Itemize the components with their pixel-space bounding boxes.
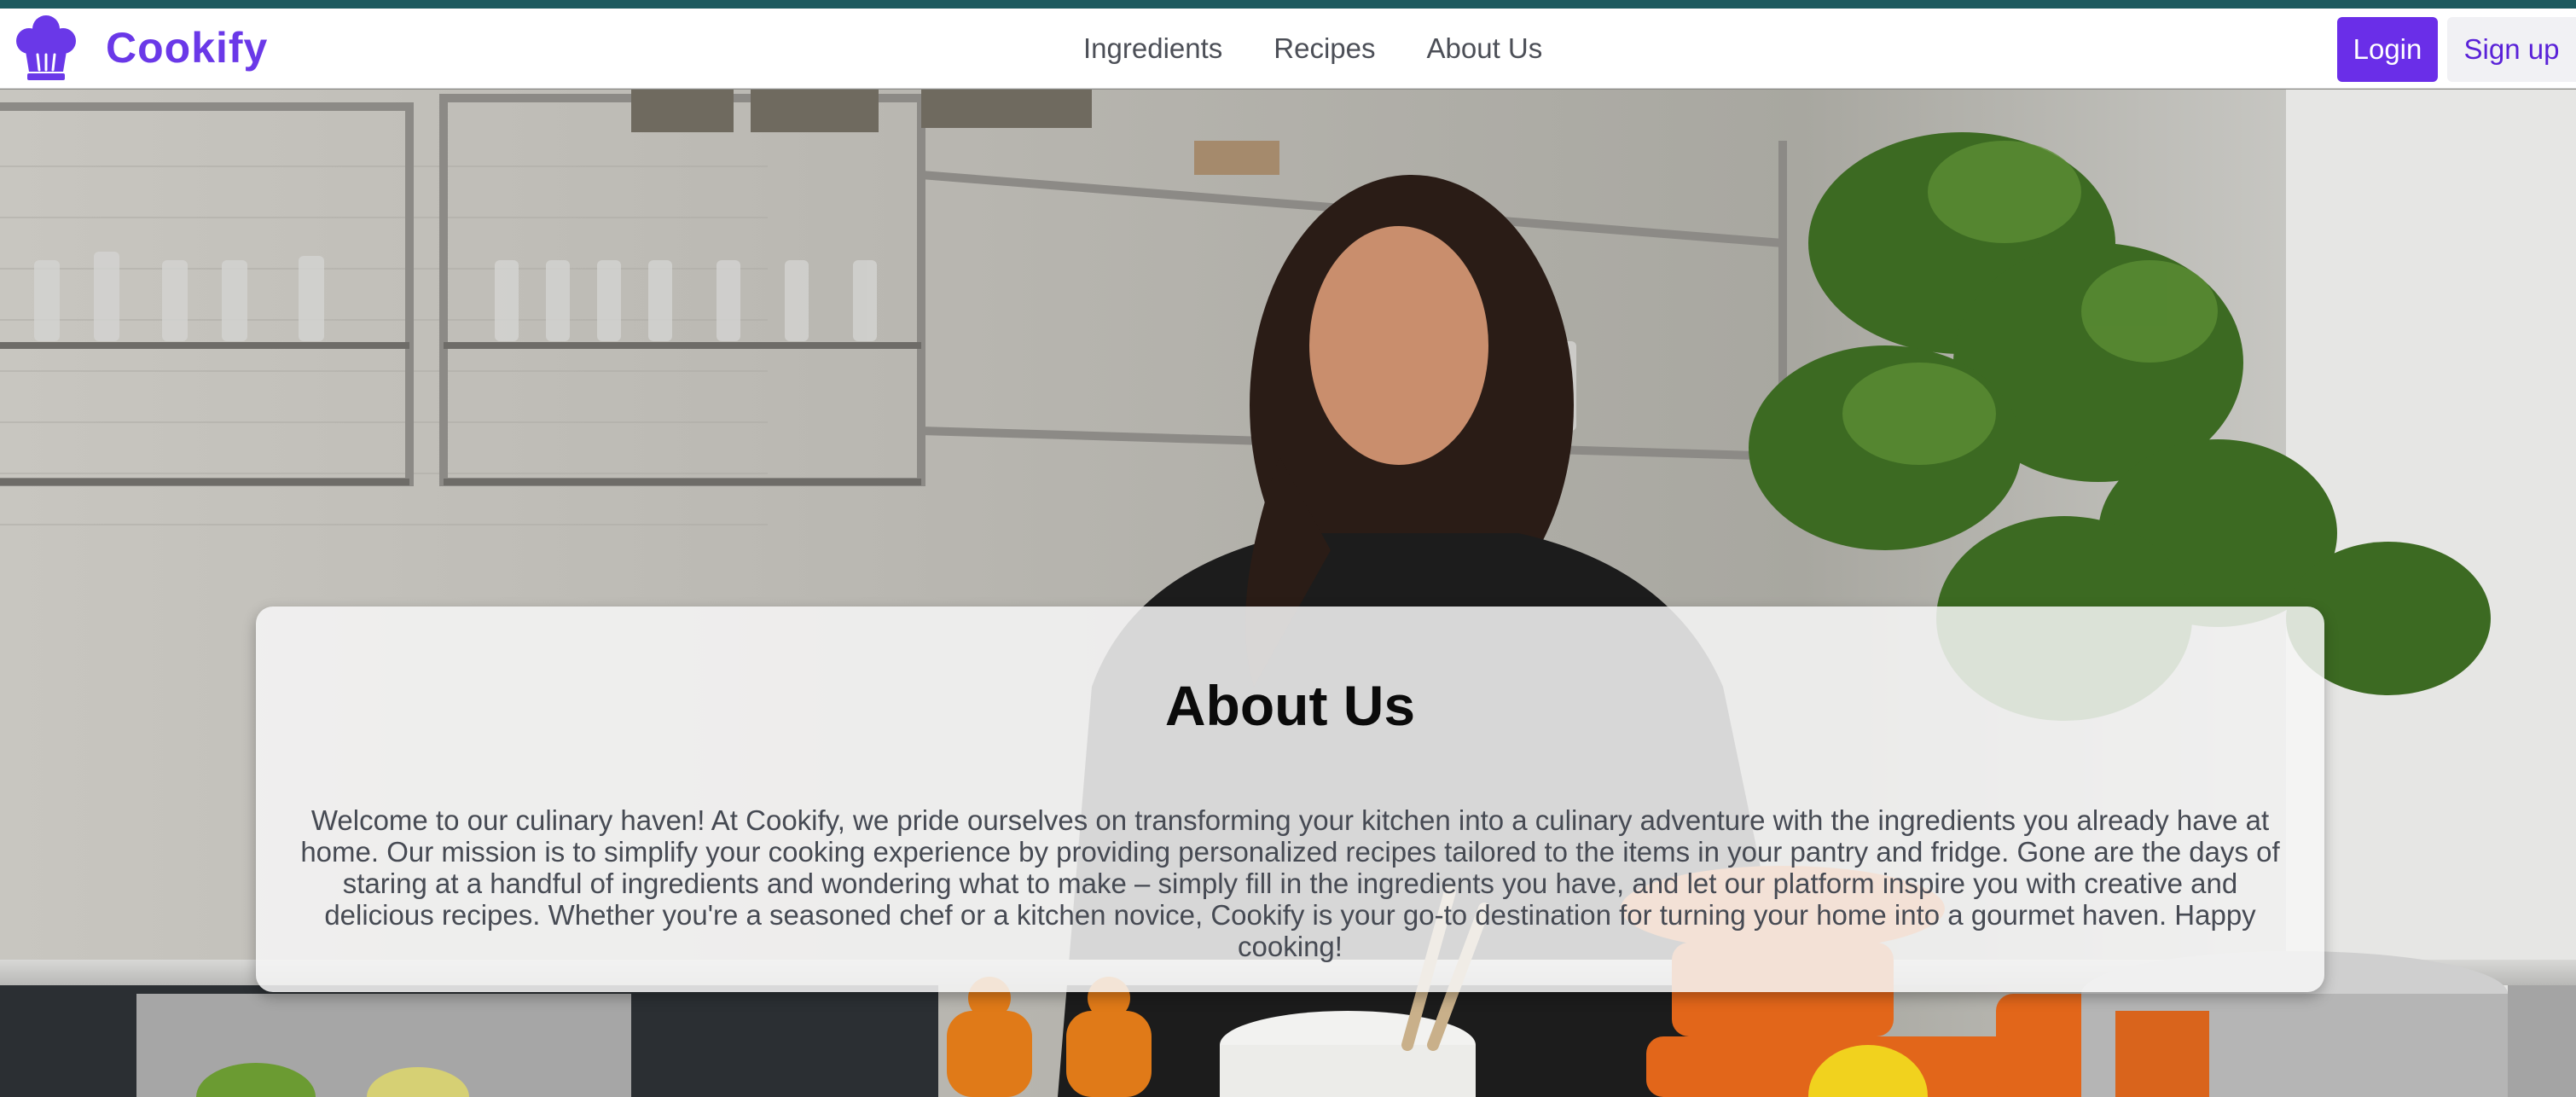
navbar: Cookify Ingredients Recipes About Us Log… xyxy=(0,9,2576,89)
nav-links: Ingredients Recipes About Us xyxy=(1083,9,1593,89)
about-description: Welcome to our culinary haven! At Cookif… xyxy=(300,804,2280,962)
about-title: About Us xyxy=(1164,674,1416,737)
top-accent-bar xyxy=(0,0,2576,9)
page: Cookify Ingredients Recipes About Us Log… xyxy=(0,0,2576,1097)
hero-section: About Us Welcome to our culinary haven! … xyxy=(0,90,2576,1097)
signup-button[interactable]: Sign up xyxy=(2447,17,2576,82)
about-card: About Us Welcome to our culinary haven! … xyxy=(256,607,2324,992)
logo[interactable]: Cookify xyxy=(9,10,268,85)
login-button[interactable]: Login xyxy=(2337,17,2438,82)
nav-ingredients[interactable]: Ingredients xyxy=(1083,32,1222,65)
chef-hat-icon xyxy=(16,15,76,80)
nav-recipes[interactable]: Recipes xyxy=(1273,32,1375,65)
nav-about-us[interactable]: About Us xyxy=(1427,32,1543,65)
brand-name: Cookify xyxy=(106,24,269,72)
